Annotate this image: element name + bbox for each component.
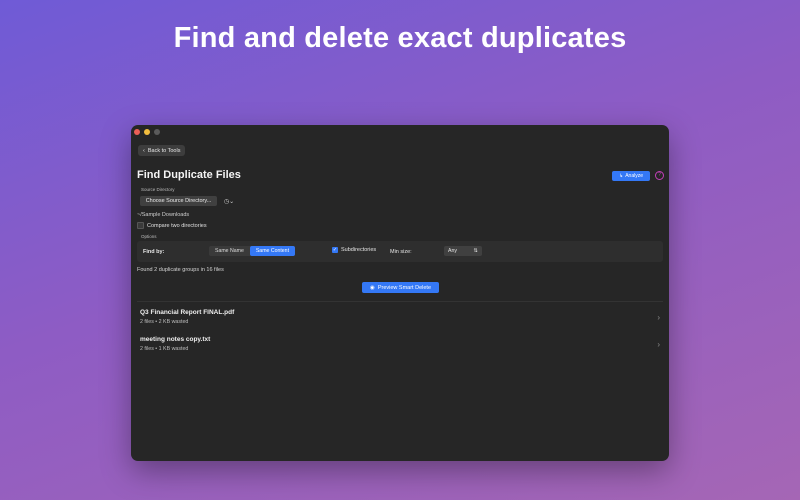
- find-by-same-name[interactable]: Same Name: [209, 246, 250, 256]
- find-by-segmented-control: Same Name Same Content: [209, 246, 296, 256]
- options-label: Options: [141, 234, 157, 239]
- minimize-window-button[interactable]: [144, 129, 150, 135]
- duplicate-group-detail: 2 files • 1 KB wasted: [140, 346, 189, 352]
- options-panel: Find by: Same Name Same Content ✓ Subdir…: [137, 241, 663, 262]
- app-window: ‹ Back to Tools Find Duplicate Files ↳ A…: [131, 125, 669, 461]
- analyze-label: Analyze: [625, 173, 643, 179]
- source-directory-label: Source Directory: [141, 187, 175, 192]
- duplicate-group-name: meeting notes copy.txt: [140, 336, 211, 343]
- back-button-label: Back to Tools: [147, 147, 181, 154]
- return-arrow-icon: ↳: [619, 173, 624, 179]
- source-path: ~/Sample Downloads: [137, 212, 190, 218]
- min-size-label: Min size:: [390, 249, 412, 255]
- compare-label: Compare two directories: [147, 222, 207, 229]
- marketing-headline: Find and delete exact duplicates: [173, 22, 627, 54]
- chevron-right-icon: ›: [657, 340, 660, 349]
- duplicate-group-name: Q3 Financial Report FINAL.pdf: [140, 309, 235, 316]
- close-window-button[interactable]: [134, 129, 140, 135]
- compare-two-directories-toggle[interactable]: Compare two directories: [137, 222, 207, 229]
- subdirectories-label: Subdirectories: [341, 247, 377, 253]
- results-summary: Found 2 duplicate groups in 16 files: [137, 267, 224, 273]
- preview-label: Preview Smart Delete: [377, 284, 431, 291]
- divider: [137, 301, 663, 302]
- updown-chevron-icon: ⇅: [473, 248, 478, 254]
- back-to-tools-button[interactable]: ‹ Back to Tools: [138, 145, 186, 156]
- min-size-value: Any: [448, 248, 457, 254]
- compare-checkbox[interactable]: [137, 222, 144, 229]
- title-bar: [131, 125, 669, 139]
- duplicate-group-row[interactable]: Q3 Financial Report FINAL.pdf 2 files • …: [140, 309, 660, 329]
- analyze-button[interactable]: ↳ Analyze: [612, 171, 650, 181]
- zoom-window-button[interactable]: [154, 129, 160, 135]
- chevron-right-icon: ›: [657, 313, 660, 322]
- chevron-left-icon: ‹: [143, 147, 145, 154]
- duplicate-group-row[interactable]: meeting notes copy.txt 2 files • 1 KB wa…: [140, 336, 660, 356]
- checkmark-icon[interactable]: ✓: [332, 247, 338, 253]
- find-by-same-content[interactable]: Same Content: [249, 246, 296, 256]
- chevron-down-icon: ⌄: [229, 198, 235, 205]
- choose-source-directory-button[interactable]: Choose Source Directory...: [140, 196, 217, 206]
- recent-directories-button[interactable]: ◷ ⌄: [221, 196, 237, 206]
- min-size-select[interactable]: Any ⇅: [444, 246, 482, 256]
- find-by-label: Find by:: [143, 249, 165, 255]
- duplicate-group-detail: 2 files • 2 KB wasted: [140, 319, 189, 325]
- help-icon[interactable]: ?: [655, 171, 664, 180]
- eye-icon: ◉: [370, 284, 375, 291]
- preview-smart-delete-button[interactable]: ◉ Preview Smart Delete: [362, 282, 439, 293]
- subdirectories-toggle[interactable]: ✓ Subdirectories: [332, 247, 376, 253]
- page-title: Find Duplicate Files: [137, 169, 241, 181]
